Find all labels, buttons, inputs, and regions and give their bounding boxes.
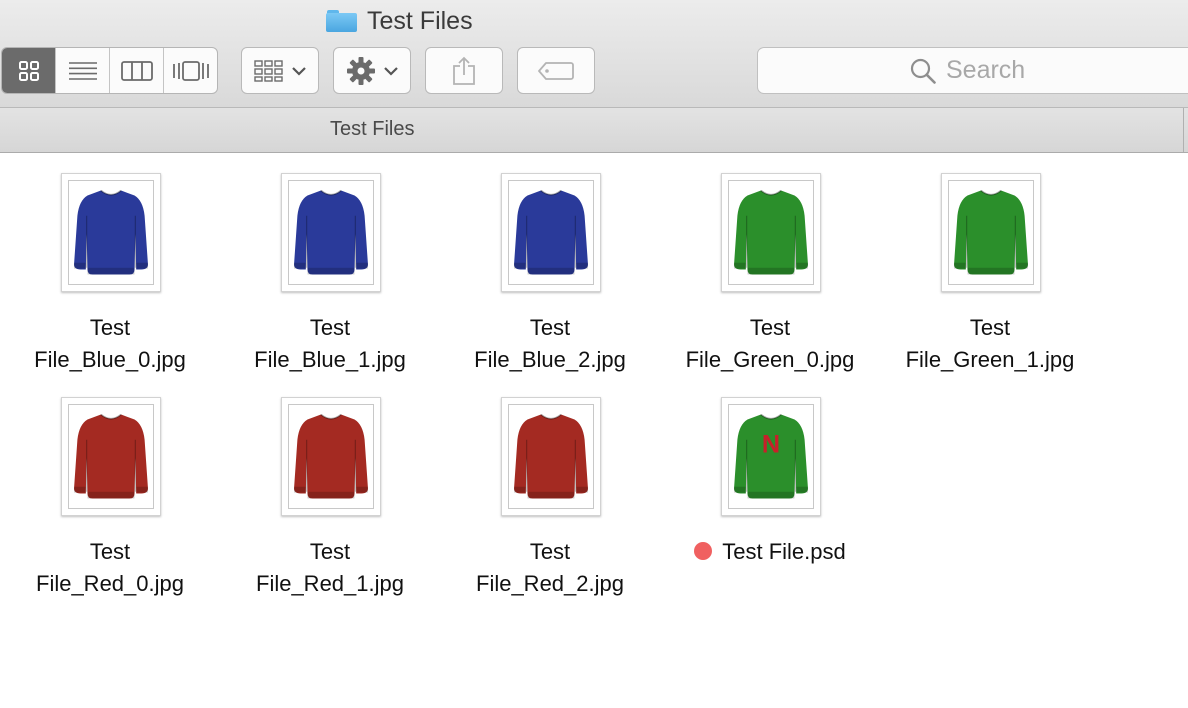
cover-flow-view-button[interactable] xyxy=(164,48,217,93)
list-view-icon xyxy=(68,61,97,80)
sweater-image xyxy=(954,189,1028,275)
action-menu-button[interactable] xyxy=(333,47,411,94)
window-toolbar: Test Files xyxy=(0,0,1188,108)
search-input[interactable] xyxy=(946,56,1126,85)
path-bar: Test Files xyxy=(0,108,1188,153)
file-thumbnail[interactable] xyxy=(61,397,161,516)
file-name-line: File_Red_0.jpg xyxy=(36,571,184,596)
svg-text:N: N xyxy=(762,430,780,458)
file-name-line: Test xyxy=(309,539,351,564)
file-name-line: File_Red_1.jpg xyxy=(256,571,404,596)
cover-flow-view-icon xyxy=(172,60,209,81)
file-thumbnail[interactable] xyxy=(61,173,161,292)
file-name[interactable]: Test File_Red_2.jpg xyxy=(440,536,660,600)
column-view-icon xyxy=(120,60,153,81)
sweater-image xyxy=(514,413,588,499)
file-thumbnail[interactable]: N xyxy=(721,397,821,516)
file-name-line: File_Blue_0.jpg xyxy=(34,347,186,372)
window-title-text: Test Files xyxy=(367,6,473,35)
sweater-image xyxy=(74,189,148,275)
edit-tags-button[interactable] xyxy=(517,47,595,94)
path-bar-label: Test Files xyxy=(330,118,415,140)
file-name-line: Test xyxy=(89,539,131,564)
tag-icon xyxy=(538,61,574,80)
icon-view-icon xyxy=(18,60,39,81)
file-item[interactable]: Test File_Red_2.jpg xyxy=(440,378,660,602)
list-view-button[interactable] xyxy=(56,48,110,93)
file-item[interactable]: Test File_Blue_2.jpg xyxy=(440,154,660,378)
chevron-down-icon xyxy=(292,66,306,76)
file-name-line: Test xyxy=(309,315,351,340)
chevron-down-icon xyxy=(384,66,398,76)
sweater-image xyxy=(294,413,368,499)
column-view-button[interactable] xyxy=(110,48,164,93)
sweater-image xyxy=(514,189,588,275)
sweater-image xyxy=(294,189,368,275)
file-item[interactable]: Test File_Red_0.jpg xyxy=(0,378,220,602)
gear-icon xyxy=(347,56,375,85)
file-name[interactable]: Test File_Blue_0.jpg xyxy=(0,312,220,376)
file-name-line: File_Red_2.jpg xyxy=(476,571,624,596)
window-title: Test Files xyxy=(326,4,473,38)
file-name-line: Test xyxy=(89,315,131,340)
file-name[interactable]: Test File_Blue_1.jpg xyxy=(220,312,440,376)
search-icon xyxy=(910,58,936,84)
file-thumbnail[interactable] xyxy=(721,173,821,292)
arrange-grid-icon xyxy=(254,59,283,82)
share-button[interactable] xyxy=(425,47,503,94)
group-by-button[interactable] xyxy=(241,47,319,94)
file-item[interactable]: Test File_Blue_0.jpg xyxy=(0,154,220,378)
path-bar-column xyxy=(0,108,1184,152)
file-name[interactable]: Test File_Blue_2.jpg xyxy=(440,312,660,376)
file-thumbnail[interactable] xyxy=(941,173,1041,292)
file-name-line: Test xyxy=(529,315,571,340)
file-item[interactable]: N Test File.psd xyxy=(660,378,880,602)
share-icon xyxy=(453,56,475,85)
file-thumbnail[interactable] xyxy=(501,397,601,516)
search-field[interactable] xyxy=(757,47,1188,94)
file-thumbnail[interactable] xyxy=(501,173,601,292)
file-name-line: Test File.psd xyxy=(722,539,846,564)
tag-dot-icon xyxy=(694,542,713,560)
file-name-line: File_Green_0.jpg xyxy=(685,347,855,372)
file-thumbnail[interactable] xyxy=(281,173,381,292)
file-name[interactable]: Test File_Green_1.jpg xyxy=(880,312,1100,376)
file-item[interactable]: Test File_Green_1.jpg xyxy=(880,154,1100,378)
file-name[interactable]: Test File_Green_0.jpg xyxy=(660,312,880,376)
file-thumbnail[interactable] xyxy=(281,397,381,516)
file-item[interactable]: Test File_Green_0.jpg xyxy=(660,154,880,378)
view-mode-selector[interactable] xyxy=(1,47,218,94)
file-name[interactable]: Test File_Red_1.jpg xyxy=(220,536,440,600)
file-item[interactable]: Test File_Red_1.jpg xyxy=(220,378,440,602)
sweater-image xyxy=(734,189,808,275)
file-name-line: Test xyxy=(969,315,1011,340)
file-name-line: Test xyxy=(749,315,791,340)
icon-view-button[interactable] xyxy=(2,48,56,93)
sweater-image xyxy=(74,413,148,499)
file-name-line: File_Blue_1.jpg xyxy=(254,347,406,372)
file-name-line: File_Green_1.jpg xyxy=(905,347,1075,372)
file-name-line: Test xyxy=(529,539,571,564)
file-name[interactable]: Test File.psd xyxy=(660,536,880,568)
file-item[interactable]: Test File_Blue_1.jpg xyxy=(220,154,440,378)
file-name-line: File_Blue_2.jpg xyxy=(474,347,626,372)
sweater-image: N xyxy=(734,413,808,499)
folder-icon xyxy=(326,10,357,32)
file-name[interactable]: Test File_Red_0.jpg xyxy=(0,536,220,600)
